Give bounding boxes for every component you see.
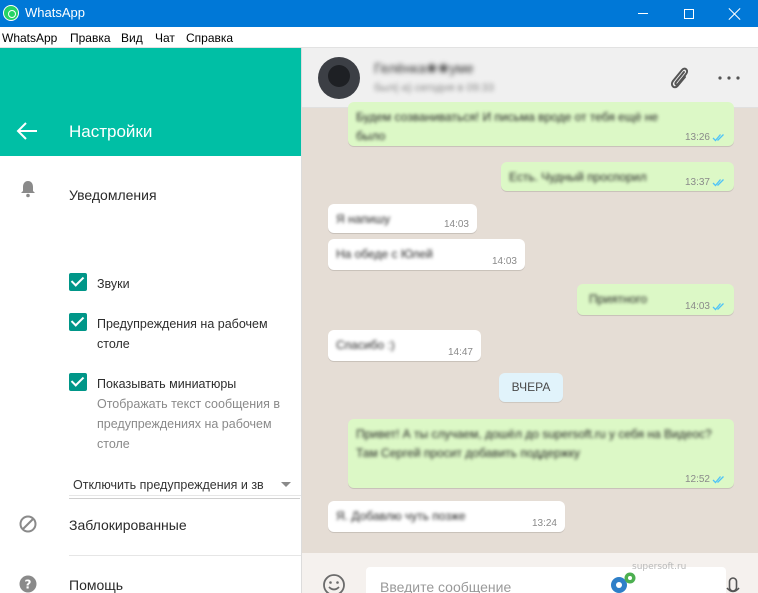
- message-bubble-incoming[interactable]: На обеде с Юлей 14:03: [328, 239, 525, 270]
- settings-title: Настройки: [69, 122, 153, 141]
- message-time: 12:52: [685, 474, 726, 485]
- previews-text: Показывать миниатюры Отображать текст со…: [97, 374, 287, 454]
- contact-name: Гелёнка❀❀уме: [374, 60, 474, 76]
- read-receipt-icon: [712, 475, 724, 484]
- settings-header: Настройки: [0, 48, 301, 156]
- message-bubble-incoming[interactable]: Я. Добавлю чуть позже 13:24: [328, 501, 565, 532]
- date-divider: ВЧЕРА: [499, 373, 563, 402]
- message-bubble-incoming[interactable]: Спасибо :) 14:47: [328, 330, 481, 361]
- sounds-label: Звуки: [97, 277, 130, 291]
- message-text: Будем созваниваться! И письма вроде от т…: [356, 110, 659, 143]
- window-titlebar: WhatsApp: [0, 0, 758, 27]
- message-text: Есть. Чудный проспорил: [509, 170, 647, 184]
- menu-item-view[interactable]: Вид: [121, 31, 143, 45]
- paperclip-icon[interactable]: [668, 65, 690, 91]
- read-receipt-icon: [712, 178, 724, 187]
- message-composer: supersoft.ru: [302, 553, 758, 593]
- window-title: WhatsApp: [25, 5, 85, 20]
- chat-pane: Гелёнка❀❀уме был(-а) сегодня в 09:33 Буд…: [301, 48, 758, 593]
- read-receipt-icon: [712, 133, 724, 142]
- blocked-icon: [19, 515, 37, 533]
- message-time: 14:03: [443, 219, 469, 230]
- bell-icon: [21, 181, 35, 198]
- notifications-title: Уведомления: [69, 187, 157, 203]
- message-time-value: 14:03: [684, 301, 710, 312]
- message-time-value: 13:37: [684, 177, 710, 188]
- menu-bar: WhatsApp Правка Вид Чат Справка: [0, 27, 758, 48]
- menu-item-whatsapp[interactable]: WhatsApp: [2, 31, 57, 45]
- message-list[interactable]: Будем созваниваться! И письма вроде от т…: [302, 102, 758, 553]
- minimize-button[interactable]: [620, 0, 666, 27]
- blocked-label: Заблокированные: [69, 517, 187, 533]
- menu-item-help[interactable]: Справка: [186, 31, 233, 45]
- help-icon: ?: [19, 575, 37, 593]
- mute-alerts-value: Отключить предупреждения и зв: [73, 478, 264, 492]
- help-label: Помощь: [69, 577, 124, 593]
- close-icon: [729, 8, 741, 20]
- message-bubble-outgoing[interactable]: Приятного 14:03: [577, 284, 734, 315]
- chevron-down-icon: [281, 482, 291, 487]
- menu-item-chat[interactable]: Чат: [155, 31, 175, 45]
- desktop-alerts-option[interactable]: Предупреждения на рабочем столе: [69, 313, 289, 357]
- contact-status: был(-а) сегодня в 09:33: [374, 82, 494, 94]
- maximize-button[interactable]: [666, 0, 712, 27]
- previews-description: Отображать текст сообщения в предупрежде…: [97, 397, 280, 451]
- previews-label: Показывать миниатюры: [97, 377, 237, 391]
- message-bubble-incoming[interactable]: Я напишу 14:03: [328, 204, 477, 233]
- maximize-icon: [684, 8, 694, 19]
- avatar[interactable]: [318, 57, 360, 99]
- back-arrow-icon[interactable]: [16, 121, 38, 141]
- message-bubble-outgoing[interactable]: Привет! А ты случаем, дошёл до supersoft…: [348, 419, 734, 488]
- emoji-icon[interactable]: [322, 573, 346, 593]
- message-time: 14:03: [491, 256, 517, 267]
- whatsapp-logo-icon: [3, 5, 19, 21]
- microphone-icon[interactable]: [726, 577, 740, 593]
- message-text: Я напишу: [336, 212, 391, 226]
- message-time: 14:03: [685, 301, 726, 312]
- help-item[interactable]: ? Помощь: [0, 556, 301, 593]
- message-text: Я. Добавлю чуть позже: [336, 509, 466, 523]
- message-text: На обеде с Юлей: [336, 247, 433, 261]
- message-time: 14:47: [447, 347, 473, 358]
- close-button[interactable]: [712, 0, 758, 27]
- message-bubble-outgoing[interactable]: Есть. Чудный проспорил 13:37: [501, 162, 734, 191]
- sounds-option[interactable]: Звуки: [69, 273, 289, 295]
- desktop-alerts-label: Предупреждения на рабочем столе: [97, 317, 268, 351]
- blocked-contacts-item[interactable]: Заблокированные: [0, 496, 301, 554]
- message-time-value: 12:52: [684, 474, 710, 485]
- read-receipt-icon: [712, 302, 724, 311]
- desktop-alerts-checkbox[interactable]: [69, 313, 87, 331]
- minimize-icon: [638, 13, 648, 14]
- previews-checkbox[interactable]: [69, 373, 87, 391]
- message-time-value: 13:26: [684, 132, 710, 143]
- settings-panel: Настройки Уведомления Звуки Предупрежден…: [0, 48, 301, 593]
- notifications-section: Уведомления Звуки Предупреждения на рабо…: [0, 156, 301, 546]
- previews-option[interactable]: Показывать миниатюры Отображать текст со…: [69, 373, 289, 457]
- sounds-checkbox[interactable]: [69, 273, 87, 291]
- watermark: supersoft.ru: [632, 562, 687, 572]
- message-time: 13:26: [685, 132, 726, 143]
- chat-header[interactable]: Гелёнка❀❀уме был(-а) сегодня в 09:33: [302, 48, 758, 108]
- message-time: 13:24: [531, 518, 557, 529]
- svg-text:?: ?: [25, 578, 32, 592]
- more-options-icon[interactable]: [714, 68, 744, 88]
- gear-logo-icon: [611, 572, 636, 593]
- message-time: 13:37: [685, 177, 726, 188]
- message-text: Привет! А ты случаем, дошёл до supersoft…: [356, 427, 712, 460]
- message-bubble-outgoing[interactable]: Будем созваниваться! И письма вроде от т…: [348, 102, 734, 146]
- message-text: Приятного: [589, 292, 648, 306]
- menu-item-edit[interactable]: Правка: [70, 31, 111, 45]
- message-text: Спасибо :): [336, 338, 395, 352]
